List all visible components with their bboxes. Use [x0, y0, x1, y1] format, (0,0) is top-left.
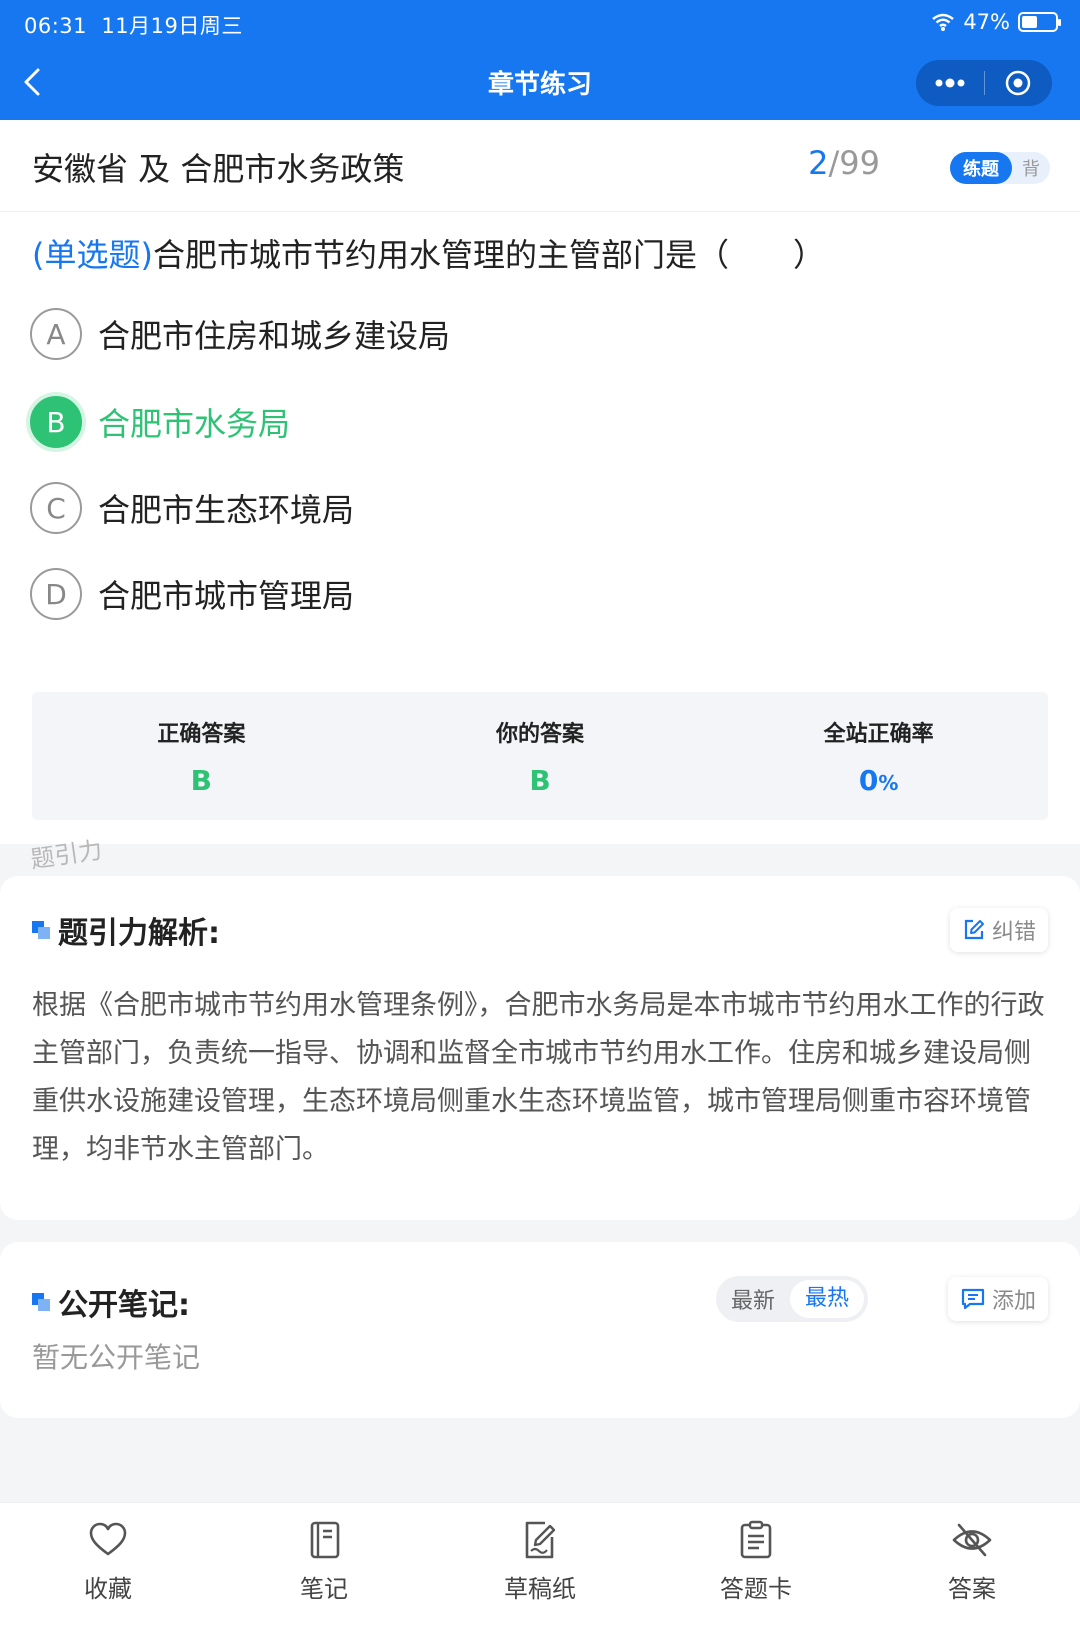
eye-off-icon [952, 1523, 992, 1557]
tab-label: 笔记 [300, 1575, 348, 1603]
battery-level [1022, 16, 1037, 28]
battery-percent: 47% [963, 10, 1010, 34]
option-d[interactable]: D 合肥市城市管理局 [30, 568, 354, 620]
notes-header: 公开笔记: [32, 1280, 190, 1324]
option-letter: B [30, 396, 82, 448]
tab-favorite[interactable]: 收藏 [0, 1503, 216, 1645]
status-time: 06:31 11月19日周三 [24, 10, 243, 40]
option-letter: A [30, 308, 82, 360]
question-stem: (单选题)合肥市城市节约用水管理的主管部门是（ ） [32, 230, 825, 276]
analysis-title: 题引力解析: [58, 916, 220, 951]
tab-show-answer[interactable]: 答案 [864, 1503, 1080, 1645]
tab-draft[interactable]: 草稿纸 [432, 1503, 648, 1645]
option-text: 合肥市城市管理局 [98, 577, 355, 615]
answer-summary: 正确答案 B 你的答案 B 全站正确率 0% [32, 692, 1048, 820]
question-card: (单选题)合肥市城市节约用水管理的主管部门是（ ） A 合肥市住房和城乡建设局 … [0, 212, 1080, 844]
top-bar: 06:31 11月19日周三 47% 章节练习 [0, 0, 1080, 120]
progress-total: /99 [828, 144, 881, 182]
notes-sort-toggle[interactable]: 最新 最热 [716, 1276, 868, 1322]
option-letter: C [30, 482, 82, 534]
battery-icon [1018, 12, 1061, 32]
option-text: 合肥市生态环境局 [98, 491, 355, 529]
option-c[interactable]: C 合肥市生态环境局 [30, 482, 354, 534]
comment-icon [961, 1288, 985, 1310]
heart-icon [89, 1522, 127, 1556]
your-answer: 你的答案 B [371, 692, 710, 820]
report-error-label: 纠错 [991, 920, 1036, 945]
wifi-icon [932, 13, 955, 31]
question-text: 合肥市城市节约用水管理的主管部门是（ ） [152, 236, 825, 274]
tab-label: 答案 [948, 1575, 996, 1603]
report-error-button[interactable]: 纠错 [949, 908, 1048, 952]
tab-answer-card[interactable]: 答题卡 [648, 1503, 864, 1645]
option-a[interactable]: A 合肥市住房和城乡建设局 [30, 308, 450, 360]
empty-notes-text: 暂无公开笔记 [32, 1341, 201, 1374]
your-answer-label: 你的答案 [496, 722, 585, 747]
section-bullet-icon [32, 1293, 50, 1311]
accuracy-unit: % [878, 771, 899, 795]
option-text: 合肥市住房和城乡建设局 [98, 317, 451, 355]
analysis-card: 题引力解析: 纠错 根据《合肥市城市节约用水管理条例》，合肥市水务局是本市城市节… [0, 876, 1080, 1220]
mode-toggle[interactable]: 练题 背 [950, 152, 1050, 184]
tab-label: 答题卡 [720, 1575, 792, 1603]
sort-hottest[interactable]: 最热 [790, 1280, 864, 1318]
more-dots-icon [935, 78, 965, 88]
site-accuracy-label: 全站正确率 [823, 722, 934, 747]
target-circle-icon [1006, 70, 1031, 96]
notebook-icon [310, 1521, 340, 1559]
clock-text: 06:31 [24, 14, 88, 38]
answer-card-icon [740, 1520, 772, 1559]
question-type: (单选题) [32, 236, 153, 274]
notes-title: 公开笔记: [58, 1288, 190, 1323]
correct-answer: 正确答案 B [32, 692, 371, 820]
section-title: 安徽省 及 合肥市水务政策 [32, 150, 405, 188]
tab-label: 收藏 [84, 1575, 132, 1603]
date-text: 11月19日周三 [101, 14, 243, 38]
page: 06:31 11月19日周三 47% 章节练习 安徽省 及 合肥市水务政策 2/… [0, 0, 1080, 1645]
tab-label: 草稿纸 [504, 1575, 576, 1603]
bottom-tab-bar: 收藏 笔记 草稿纸 答题卡 答案 [0, 1502, 1080, 1645]
add-note-button[interactable]: 添加 [947, 1277, 1048, 1321]
sort-newest[interactable]: 最新 [716, 1283, 790, 1315]
mode-memorize[interactable]: 背 [1012, 155, 1050, 181]
analysis-header: 题引力解析: [32, 908, 220, 952]
correct-answer-label: 正确答案 [157, 722, 246, 747]
add-note-label: 添加 [991, 1289, 1036, 1314]
notes-card: 公开笔记: 最新 最热 添加 暂无公开笔记 [0, 1242, 1080, 1418]
accuracy-number: 0 [858, 764, 879, 797]
analysis-text: 根据《合肥市城市节约用水管理条例》，合肥市水务局是本市城市节约用水工作的行政主管… [32, 990, 1045, 1165]
section-header: 安徽省 及 合肥市水务政策 2/99 练题 背 [0, 120, 1080, 212]
edit-icon [964, 919, 984, 940]
status-indicators: 47% [931, 10, 1061, 34]
option-text: 合肥市水务局 [98, 405, 291, 443]
site-accuracy: 全站正确率 0% [709, 692, 1048, 820]
site-accuracy-value: 0% [709, 764, 1048, 797]
your-answer-value: B [529, 764, 551, 797]
option-b[interactable]: B 合肥市水务局 [30, 396, 290, 448]
more-button[interactable] [916, 60, 984, 106]
progress-current: 2 [808, 144, 829, 182]
question-progress: 2/99 [808, 144, 880, 182]
option-letter: D [30, 568, 82, 620]
tab-notes[interactable]: 笔记 [216, 1503, 432, 1645]
mode-practice[interactable]: 练题 [950, 152, 1012, 184]
correct-answer-value: B [190, 764, 212, 797]
close-miniprogram-button[interactable] [985, 60, 1053, 106]
section-bullet-icon [32, 921, 50, 939]
mini-program-capsule [916, 60, 1052, 106]
draft-paper-icon [525, 1521, 556, 1559]
